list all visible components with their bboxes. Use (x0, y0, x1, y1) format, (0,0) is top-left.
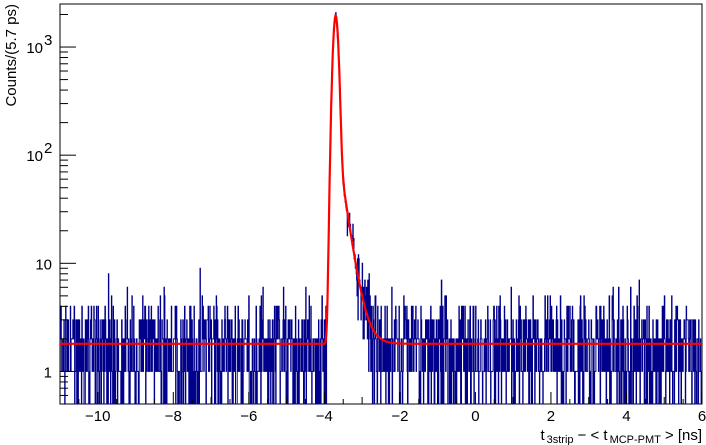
y-tick-exponent: 3 (44, 32, 52, 49)
x-tick-label: 2 (547, 408, 555, 425)
x-tick-label: −2 (391, 408, 408, 425)
x-title-t: t (540, 427, 545, 444)
x-tick-label: −4 (316, 408, 333, 425)
x-title-sub-3strip: 3strip (547, 434, 574, 445)
histogram-series (59, 12, 703, 405)
fit-curve (60, 13, 702, 345)
x-tick-label: −10 (85, 408, 110, 425)
x-tick-label: −6 (240, 408, 257, 425)
y-tick-label: 10 (26, 40, 43, 57)
x-axis-title: t 3strip − < t MCP-PMT > [ns] (540, 427, 702, 445)
x-tick-label: 4 (622, 408, 630, 425)
x-tick-label: 0 (471, 408, 479, 425)
chart: −10 −8 −6 −4 −2 0 2 4 6 11010 210 3 Counts/(5.7 ps… (3, 3, 706, 445)
x-title-end: > [ns] (665, 427, 702, 444)
y-tick-label: 10 (26, 148, 43, 165)
x-title-mid: − < t (578, 427, 609, 444)
y-axis-title: Counts/(5.7 ps) (3, 4, 20, 107)
y-tick-label: 1 (44, 364, 52, 381)
x-tick-label: 6 (698, 408, 706, 425)
y-tick-label: 10 (35, 256, 52, 273)
y-tick-exponent: 2 (44, 140, 52, 157)
x-title-sub-mcp: MCP-PMT (610, 434, 662, 445)
x-tick-label: −8 (165, 408, 182, 425)
